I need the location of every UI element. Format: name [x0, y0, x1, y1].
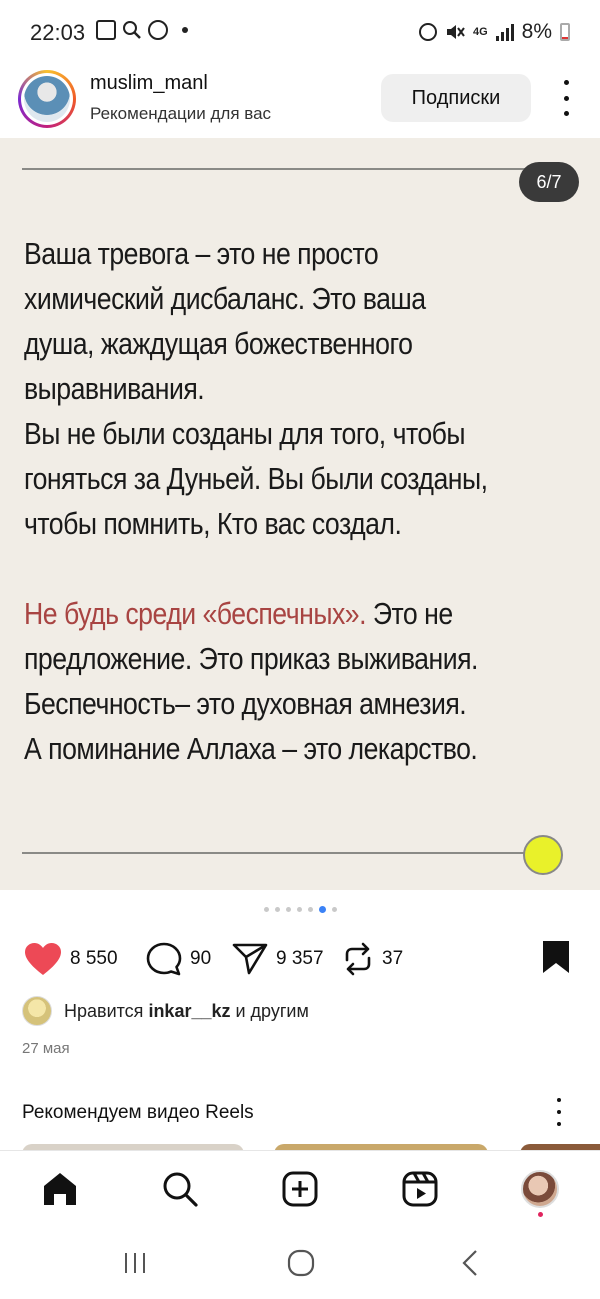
pinterest-icon: [148, 20, 168, 40]
carousel-dot: [285, 907, 291, 912]
status-right-icons: 4G 8%: [418, 20, 570, 44]
nav-reels[interactable]: [398, 1167, 442, 1211]
liker-avatar: [22, 996, 52, 1026]
carousel-dot: [296, 907, 302, 912]
post-paragraph-1: Ваша тревога – это не просто химический …: [24, 231, 506, 546]
battery-percent: 8%: [521, 20, 552, 43]
comments-count: 90: [190, 948, 212, 969]
back-button[interactable]: [456, 1248, 486, 1278]
likes-count: 8 550: [70, 948, 118, 969]
recent-apps-button[interactable]: [120, 1248, 150, 1278]
decorative-circle: [523, 835, 563, 875]
battery-icon: [560, 23, 570, 41]
more-options-icon[interactable]: [556, 80, 576, 116]
likes-prefix: Нравится: [64, 1000, 149, 1021]
author-username[interactable]: muslim_manl: [90, 72, 208, 95]
system-navigation: [0, 1228, 600, 1299]
text-line: Вы не были созданы для того, чтобы: [24, 416, 466, 451]
nav-search[interactable]: [158, 1167, 202, 1211]
reels-thumbnails[interactable]: [0, 1142, 600, 1150]
recent-apps-icon[interactable]: [120, 1248, 150, 1278]
text-line: Не будь среди «беспечных». Это не: [24, 591, 506, 636]
share-action[interactable]: 9 357: [232, 942, 324, 976]
likes-suffix: и другим: [230, 1000, 309, 1021]
repost-icon[interactable]: [342, 942, 374, 976]
author-avatar[interactable]: [18, 70, 76, 128]
status-left-icons: [96, 20, 188, 40]
carousel-indicator: [0, 906, 600, 913]
likes-summary[interactable]: Нравится inkar__kz и другим: [22, 996, 309, 1026]
decorative-line-top: [22, 168, 542, 170]
carousel-dot: [263, 907, 269, 912]
comment-icon[interactable]: [146, 942, 182, 976]
create-icon[interactable]: [281, 1170, 319, 1208]
text-fragment: Это не: [365, 596, 453, 631]
text-line: Беспечность– это духовная амнезия.: [24, 686, 467, 721]
search-icon[interactable]: [161, 1170, 199, 1208]
text-line: чтобы помнить, Кто вас создал.: [24, 506, 402, 541]
text-line: предложение. Это приказ выживания.: [24, 641, 478, 676]
back-icon[interactable]: [456, 1248, 486, 1278]
bottom-navigation: [0, 1150, 600, 1228]
home-circle-icon[interactable]: [286, 1248, 316, 1278]
network-type: 4G: [472, 26, 488, 38]
profile-notification-dot: [538, 1212, 543, 1217]
heart-icon[interactable]: [24, 942, 62, 976]
notification-dot: [182, 27, 188, 33]
following-button[interactable]: Подписки: [381, 74, 531, 122]
nav-create[interactable]: [278, 1167, 322, 1211]
likes-text: Нравится inkar__kz и другим: [64, 1001, 309, 1022]
alarm-icon: [418, 23, 437, 41]
carousel-dot: [307, 907, 313, 912]
send-icon[interactable]: [232, 942, 268, 976]
status-bar: 22:03 4G 8%: [0, 0, 600, 66]
carousel-dot: [274, 907, 280, 912]
reels-section-title: Рекомендуем видео Reels: [22, 1102, 254, 1123]
reels-more-icon[interactable]: [554, 1098, 564, 1126]
nav-profile[interactable]: [518, 1167, 562, 1211]
reposts-count: 37: [382, 948, 404, 969]
carousel-dot-active: [318, 906, 326, 913]
shares-count: 9 357: [276, 948, 324, 969]
decorative-line-bottom: [22, 852, 527, 854]
text-line: Ваша тревога – это не просто: [24, 236, 379, 271]
carousel-counter: 6/7: [519, 162, 579, 202]
mute-icon: [446, 25, 465, 39]
post-paragraph-2: Не будь среди «беспечных». Это не предло…: [24, 591, 506, 771]
carousel-dot: [331, 907, 337, 912]
signal-icon: [495, 23, 514, 41]
bookmark-icon[interactable]: [542, 940, 570, 974]
home-icon[interactable]: [41, 1170, 79, 1208]
search-icon: [123, 21, 141, 39]
home-button[interactable]: [286, 1248, 316, 1278]
repost-action[interactable]: 37: [342, 942, 403, 976]
text-line: химический дисбаланс. Это ваша: [24, 281, 426, 316]
post-text: Ваша тревога – это не просто химический …: [24, 231, 506, 771]
profile-avatar[interactable]: [521, 1170, 559, 1208]
recommendation-label: Рекомендации для вас: [90, 104, 272, 123]
post-image[interactable]: 6/7 Ваша тревога – это не просто химичес…: [0, 138, 600, 890]
post-actions: 8 550 90 9 357 37: [0, 936, 600, 982]
status-time: 22:03: [30, 20, 86, 45]
post-header: muslim_manl Рекомендации для вас Подписк…: [0, 66, 600, 138]
avatar-image: [24, 76, 70, 122]
text-line: А поминание Аллаха – это лекарство.: [24, 731, 478, 766]
like-action[interactable]: 8 550: [24, 942, 118, 976]
comment-action[interactable]: 90: [146, 942, 211, 976]
reels-icon[interactable]: [401, 1170, 439, 1208]
gallery-icon: [96, 20, 116, 40]
text-line: гоняться за Дуньей. Вы были созданы,: [24, 461, 488, 496]
nav-home[interactable]: [38, 1167, 82, 1211]
text-line: душа, жаждущая божественного: [24, 326, 413, 361]
highlighted-phrase: Не будь среди «беспечных».: [24, 596, 366, 631]
liker-username[interactable]: inkar__kz: [148, 1001, 230, 1021]
post-date: 27 мая: [22, 1040, 70, 1057]
text-line: выравнивания.: [24, 371, 205, 406]
